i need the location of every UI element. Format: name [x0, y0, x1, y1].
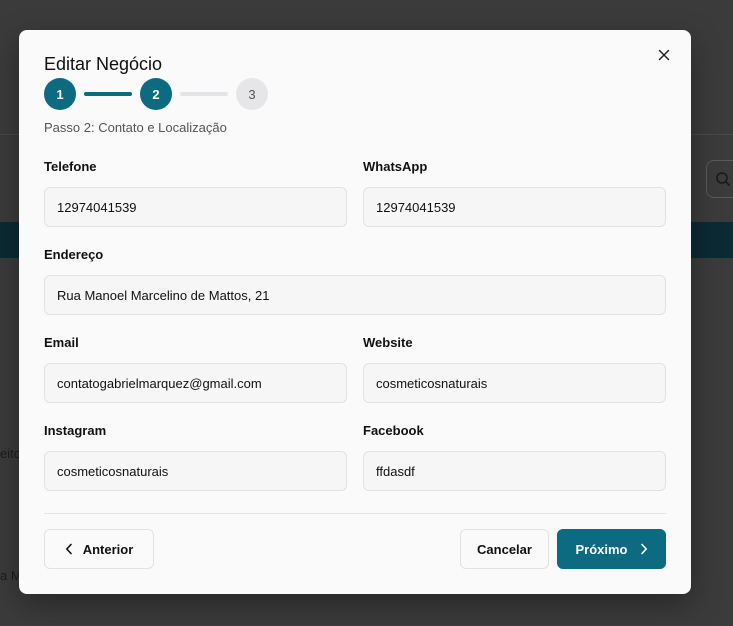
- endereco-field-group: Endereço Rua Manoel Marcelino de Mattos,…: [44, 247, 666, 315]
- close-button[interactable]: [655, 46, 673, 64]
- website-field-group: Website cosmeticosnaturais: [363, 335, 666, 403]
- whatsapp-field-group: WhatsApp 12974041539: [363, 159, 666, 227]
- next-button[interactable]: Próximo: [557, 529, 666, 569]
- instagram-label: Instagram: [44, 423, 107, 438]
- close-icon: [658, 49, 670, 61]
- email-field-group: Email contatogabrielmarquez@gmail.com: [44, 335, 347, 403]
- telefone-input[interactable]: 12974041539: [44, 187, 347, 227]
- step-1-indicator: 1: [44, 78, 76, 110]
- telefone-label: Telefone: [44, 159, 97, 174]
- endereco-label: Endereço: [44, 247, 104, 262]
- facebook-input[interactable]: ffdasdf: [363, 451, 666, 491]
- email-input[interactable]: contatogabrielmarquez@gmail.com: [44, 363, 347, 403]
- footer-divider: [44, 513, 666, 514]
- telefone-field-group: Telefone 12974041539: [44, 159, 347, 227]
- step-2-indicator: 2: [140, 78, 172, 110]
- step-connector: [180, 92, 228, 96]
- step-subtitle: Passo 2: Contato e Localização: [44, 120, 227, 135]
- cancel-button-label: Cancelar: [477, 541, 532, 557]
- whatsapp-label: WhatsApp: [363, 159, 428, 174]
- facebook-label: Facebook: [363, 423, 424, 438]
- background-search-box: [706, 160, 733, 198]
- instagram-input[interactable]: cosmeticosnaturais: [44, 451, 347, 491]
- previous-button-label: Anterior: [82, 541, 134, 557]
- website-input[interactable]: cosmeticosnaturais: [363, 363, 666, 403]
- website-label: Website: [363, 335, 413, 350]
- step-3-indicator: 3: [236, 78, 268, 110]
- background-text-fragment: eito: [0, 446, 21, 461]
- chevron-left-icon: [65, 543, 72, 555]
- chevron-right-icon: [640, 543, 647, 555]
- next-button-label: Próximo: [575, 541, 628, 557]
- whatsapp-input[interactable]: 12974041539: [363, 187, 666, 227]
- edit-business-dialog: Editar Negócio 1 2 3 Passo 2: Contato e …: [19, 30, 691, 594]
- facebook-field-group: Facebook ffdasdf: [363, 423, 666, 491]
- search-icon: [716, 172, 730, 186]
- endereco-input[interactable]: Rua Manoel Marcelino de Mattos, 21: [44, 275, 666, 315]
- instagram-field-group: Instagram cosmeticosnaturais: [44, 423, 347, 491]
- step-connector: [84, 92, 132, 96]
- cancel-button[interactable]: Cancelar: [460, 529, 549, 569]
- dialog-title: Editar Negócio: [44, 54, 163, 74]
- email-label: Email: [44, 335, 79, 350]
- previous-button[interactable]: Anterior: [44, 529, 154, 569]
- stepper: 1 2 3: [44, 78, 268, 110]
